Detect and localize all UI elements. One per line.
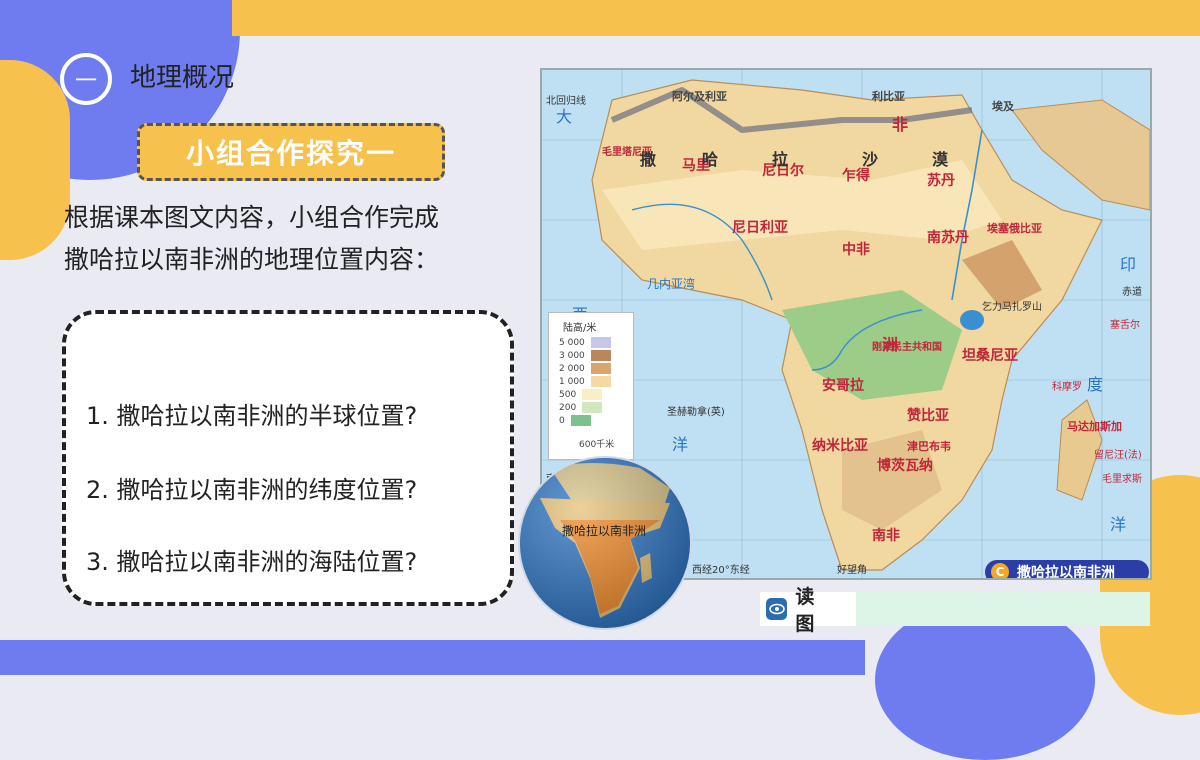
globe-graphic [520, 458, 690, 628]
map-country-label: 安哥拉 [822, 377, 864, 394]
map-sea-label: 洋 [1110, 515, 1126, 534]
map-lake-victoria [960, 310, 984, 330]
read-map-tag: 读 图 [760, 586, 856, 635]
map-sea-label: 大 [556, 107, 572, 126]
legend-title: 陆高/米 [563, 323, 597, 334]
map-label: 北回归线 [546, 94, 586, 107]
intro-text: 根据课本图文内容，小组合作完成 撒哈拉以南非洲的地理位置内容： [64, 197, 524, 281]
legend-level: 500 [559, 389, 577, 400]
map-label: 科摩罗 [1052, 380, 1082, 393]
elevation-legend: 陆高/米 5 000 3 000 2 000 1 000 500 200 0 6… [548, 312, 634, 460]
map-country-label: 马达加斯加 [1067, 419, 1122, 433]
map-country-label: 南非 [872, 527, 900, 544]
map-caption-letter: C [991, 563, 1009, 578]
map-sea-label: 洋 [672, 435, 688, 454]
questions-box: 1. 撒哈拉以南非洲的半球位置? 2. 撒哈拉以南非洲的纬度位置? 3. 撒哈拉… [62, 310, 514, 606]
legend-row: 2 000 [559, 363, 611, 374]
map-label: 好望角 [837, 563, 867, 576]
map-country-label: 赞比亚 [906, 407, 949, 424]
map-region-char: 洲 [882, 335, 898, 354]
eye-icon [766, 598, 788, 620]
legend-row: 5 000 [559, 337, 611, 348]
globe-image: 撒哈拉以南非洲 [520, 458, 690, 628]
legend-swatch [590, 337, 611, 348]
map-sea-label: 度 [1087, 375, 1103, 394]
map-label: 毛里求斯 [1102, 472, 1142, 485]
map-sea-label: 印 [1120, 255, 1136, 274]
map-region-char: 拉 [772, 150, 788, 169]
legend-level: 200 [559, 402, 577, 413]
map-country-label: 坦桑尼亚 [962, 348, 1018, 364]
legend-swatch [590, 350, 611, 361]
map-label: 西经20°东经 [692, 563, 750, 576]
map-label: 赤道 [1122, 285, 1142, 298]
legend-swatch [570, 415, 591, 426]
map-country-label: 利比亚 [872, 89, 905, 103]
map-label: 乞力马扎罗山 [982, 300, 1042, 313]
legend-level: 1 000 [559, 376, 585, 387]
map-country-label: 埃及 [992, 99, 1015, 113]
intro-line-2: 撒哈拉以南非洲的地理位置内容： [64, 245, 440, 274]
map-country-label: 纳米比亚 [812, 437, 868, 454]
intro-line-1: 根据课本图文内容，小组合作完成 [64, 203, 440, 232]
group-inquiry-badge: 小组合作探究一 [137, 123, 445, 181]
map-country-label: 尼日利亚 [732, 219, 788, 236]
section-number: 一 [74, 69, 97, 94]
map-country-label: 乍得 [842, 167, 870, 184]
legend-swatch [590, 376, 611, 387]
legend-swatch [590, 363, 611, 374]
decor-bar-blue [0, 640, 865, 675]
legend-scale-text: 600千米 [579, 440, 615, 450]
map-label: 塞舌尔 [1110, 318, 1140, 331]
globe-label: 撒哈拉以南非洲 [562, 524, 647, 538]
map-region-char: 非 [892, 115, 908, 134]
legend-row: 0 [559, 415, 591, 426]
legend-level: 5 000 [559, 337, 585, 348]
map-region-char: 撒 [640, 150, 657, 169]
legend-level: 2 000 [559, 363, 585, 374]
map-region-char: 沙 [862, 150, 878, 169]
legend-swatch [582, 389, 603, 400]
legend-level: 0 [559, 415, 565, 426]
map-country-label: 阿尔及利亚 [672, 89, 727, 103]
question-item: 3. 撒哈拉以南非洲的海陆位置? [86, 548, 418, 576]
question-item: 1. 撒哈拉以南非洲的半球位置? [86, 402, 418, 430]
read-map-label: 读 图 [795, 586, 821, 635]
read-map-bar: 读 图 [760, 586, 1150, 635]
legend-scale: 600千米 [579, 437, 614, 450]
map-caption: C 撒哈拉以南非洲 [985, 560, 1149, 580]
decor-shape-yellow [0, 60, 70, 260]
map-country-label: 中非 [842, 241, 870, 258]
map-country-label: 苏丹 [927, 172, 955, 189]
section-title: 地理概况 [130, 63, 235, 93]
map-country-label: 津巴布韦 [907, 439, 951, 453]
map-country-label: 南苏丹 [927, 229, 969, 246]
group-inquiry-label: 小组合作探究一 [185, 137, 396, 170]
map-label: 留尼汪(法) [1094, 448, 1142, 461]
map-label: 圣赫勒拿(英) [667, 405, 725, 418]
legend-row: 1 000 [559, 376, 611, 387]
question-item: 2. 撒哈拉以南非洲的纬度位置? [86, 476, 418, 504]
legend-row: 500 [559, 389, 603, 400]
map-country-label: 博茨瓦纳 [877, 457, 933, 474]
map-caption-text: 撒哈拉以南非洲 [1017, 565, 1115, 580]
map-region-char: 哈 [702, 150, 718, 169]
map-country-label: 埃塞俄比亚 [987, 221, 1042, 235]
section-number-badge: 一 [60, 53, 112, 105]
legend-level: 3 000 [559, 350, 585, 361]
legend-row: 3 000 [559, 350, 611, 361]
map-sea-label: 几内亚湾 [647, 276, 695, 291]
map-region-char: 漠 [932, 150, 949, 169]
legend-swatch [582, 402, 603, 413]
decor-bar-yellow [232, 0, 1200, 36]
legend-row: 200 [559, 402, 603, 413]
